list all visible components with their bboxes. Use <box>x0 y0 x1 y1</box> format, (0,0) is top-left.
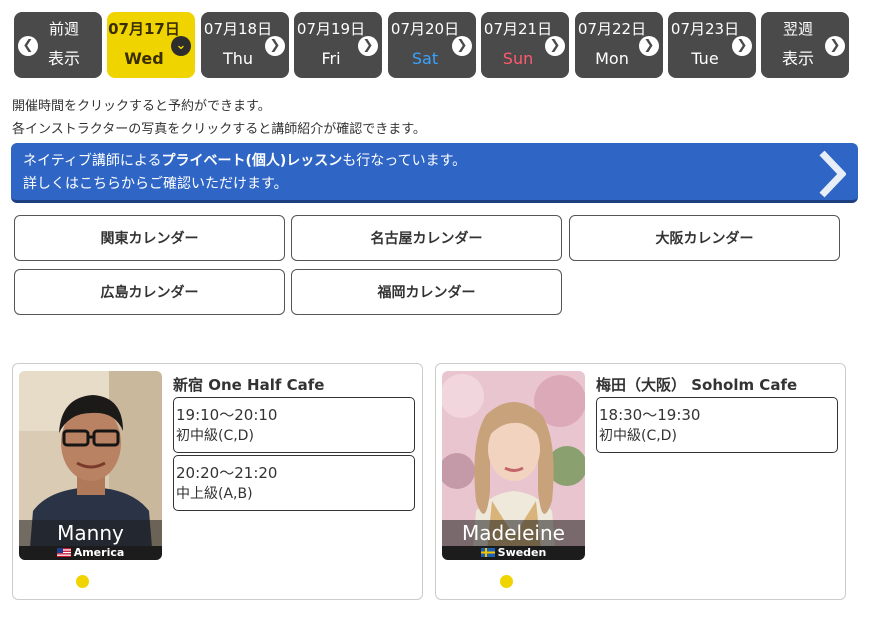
tab-date: 07月18日 <box>203 20 273 38</box>
hiroshima-calendar-button[interactable]: 広島カレンダー <box>14 269 285 315</box>
notice-instructor-photo: 各インストラクターの写真をクリックすると講師紹介が確認できます。 <box>12 122 426 137</box>
chevron-right-icon: ❯ <box>545 36 565 56</box>
instructor-name: Manny <box>19 520 162 546</box>
nagoya-calendar-button[interactable]: 名古屋カレンダー <box>291 215 562 261</box>
next-week-button[interactable]: 翌週 表示 ❯ <box>761 12 849 78</box>
tab-date: 07月21日 <box>483 20 553 38</box>
time-slot[interactable]: 19:10～20:10 初中級(C,D) <box>173 397 415 453</box>
tab-weekday: Sat <box>411 49 439 68</box>
tab-date: 07月23日 <box>670 20 740 38</box>
slot-level: 初中級(C,D) <box>599 428 677 444</box>
chevron-right-icon: ❯ <box>265 36 285 56</box>
tab-day-0720[interactable]: 07月20日 Sat ❯ <box>388 12 476 78</box>
tab-day-0723[interactable]: 07月23日 Tue ❯ <box>668 12 756 78</box>
private-lesson-banner[interactable]: ネイティブ講師によるプライベート(個人)レッスンも行なっています。 詳しくはこち… <box>11 143 858 203</box>
kanto-calendar-button[interactable]: 関東カレンダー <box>14 215 285 261</box>
instructor-country: Sweden <box>442 546 585 560</box>
chevron-right-icon: ❯ <box>639 36 659 56</box>
instructor-country: America <box>19 546 162 560</box>
instructor-photo[interactable]: Manny America <box>19 371 162 560</box>
tab-line1: 翌週 <box>782 20 813 38</box>
instructor-photo[interactable]: Madeleine Sweden <box>442 371 585 560</box>
sweden-flag-icon <box>480 548 495 557</box>
status-dot <box>500 575 513 588</box>
country-label: America <box>73 546 125 559</box>
tab-date: 07月17日 <box>108 20 180 38</box>
tab-date: 07月22日 <box>577 20 647 38</box>
notice-reserve: 開催時間をクリックすると予約ができます。 <box>12 99 271 114</box>
osaka-calendar-button[interactable]: 大阪カレンダー <box>569 215 840 261</box>
tab-day-0717[interactable]: 07月17日 Wed ⌄ <box>107 12 195 78</box>
tab-day-0719[interactable]: 07月19日 Fri ❯ <box>294 12 382 78</box>
banner-line2: 詳しくはこちらからご確認いただけます。 <box>23 176 288 192</box>
tab-day-0721[interactable]: 07月21日 Sun ❯ <box>481 12 569 78</box>
time-slot[interactable]: 20:20～21:20 中上級(A,B) <box>173 455 415 511</box>
lesson-card: Madeleine Sweden 梅田（大阪） Soholm Cafe 18:3… <box>435 363 846 600</box>
instructor-name: Madeleine <box>442 520 585 546</box>
lesson-card: Manny America 新宿 One Half Cafe 19:10～20:… <box>12 363 423 600</box>
status-dot <box>76 575 89 588</box>
tab-day-0718[interactable]: 07月18日 Thu ❯ <box>201 12 289 78</box>
tab-line2: 表示 <box>781 49 814 68</box>
chevron-right-icon: ❯ <box>825 36 845 56</box>
tab-date: 07月19日 <box>296 20 366 38</box>
tab-weekday: Wed <box>124 49 164 68</box>
time-slot[interactable]: 18:30～19:30 初中級(C,D) <box>596 397 838 453</box>
tab-date: 07月20日 <box>390 20 460 38</box>
us-flag-icon <box>56 548 71 557</box>
banner-suffix: も行なっています。 <box>342 153 467 169</box>
tab-weekday: Fri <box>321 49 341 68</box>
tab-day-0722[interactable]: 07月22日 Mon ❯ <box>575 12 663 78</box>
banner-line1: ネイティブ講師によるプライベート(個人)レッスンも行なっています。 <box>23 152 466 170</box>
banner-emphasis: プライベート(個人)レッスン <box>161 153 343 169</box>
slot-time: 19:10～20:10 <box>176 406 278 424</box>
tab-line2: 表示 <box>47 49 80 68</box>
chevron-right-icon <box>819 150 846 198</box>
tab-weekday: Thu <box>222 49 254 68</box>
slot-level: 中上級(A,B) <box>176 486 253 502</box>
country-label: Sweden <box>497 546 547 559</box>
slot-level: 初中級(C,D) <box>176 428 254 444</box>
slot-time: 18:30～19:30 <box>599 406 701 424</box>
tab-weekday: Mon <box>595 49 629 68</box>
slot-time: 20:20～21:20 <box>176 464 278 482</box>
venue-name: 新宿 One Half Cafe <box>173 376 325 394</box>
tab-line1: 前週 <box>48 20 79 38</box>
chevron-down-icon: ⌄ <box>171 36 191 56</box>
tab-weekday: Tue <box>691 49 719 68</box>
venue-name: 梅田（大阪） Soholm Cafe <box>596 376 798 394</box>
chevron-right-icon: ❯ <box>358 36 378 56</box>
day-tabs: ❮ 前週 表示 07月17日 Wed ⌄ 07月18日 Thu ❯ 07月19日… <box>14 12 854 80</box>
prev-week-button[interactable]: ❮ 前週 表示 <box>14 12 102 78</box>
tab-weekday: Sun <box>502 49 534 68</box>
chevron-right-icon: ❯ <box>732 36 752 56</box>
fukuoka-calendar-button[interactable]: 福岡カレンダー <box>291 269 562 315</box>
chevron-right-icon: ❯ <box>452 36 472 56</box>
banner-prefix: ネイティブ講師による <box>23 153 162 169</box>
